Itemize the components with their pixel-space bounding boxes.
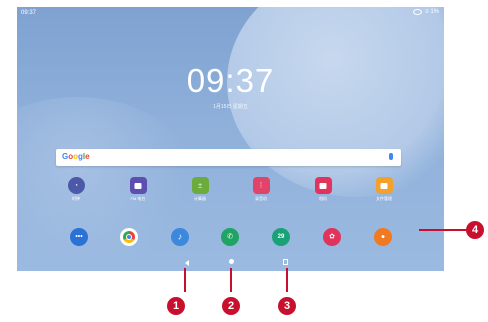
callout-badge-3: 3 <box>278 297 296 315</box>
wallpaper-shape <box>17 97 197 267</box>
tablet-screen: 09:37 ≡ 1% 09:37 1月15日 星期五 Google ◔ 时钟 F… <box>17 7 444 271</box>
status-bar: 09:37 ≡ 1% <box>17 7 444 19</box>
music-icon[interactable]: ♪ <box>171 228 189 246</box>
battery-text: ≡ 1% <box>425 9 439 15</box>
recorder-icon: ⁞ <box>252 177 270 194</box>
app-recorder[interactable]: ⁞ 录音机 <box>243 177 279 202</box>
app-label: 计算器 <box>194 196 206 201</box>
app-label: 录音机 <box>255 196 267 201</box>
app-label: 文件管理 <box>376 196 392 201</box>
gallery-icon[interactable]: ✿ <box>323 228 341 246</box>
google-search-bar[interactable]: Google <box>56 149 401 166</box>
app-label: 相机 <box>319 196 327 201</box>
recent-apps-icon[interactable] <box>283 259 288 265</box>
app-label: 时钟 <box>72 196 80 201</box>
status-indicators: ≡ 1% <box>413 9 439 15</box>
radio-icon <box>129 177 147 194</box>
folder-icon <box>375 177 393 194</box>
app-calculator[interactable]: ± 计算器 <box>182 177 218 202</box>
callout-badge-2: 2 <box>222 297 240 315</box>
phone-icon[interactable]: ✆ <box>221 228 239 246</box>
calendar-icon[interactable]: 29 <box>272 228 290 246</box>
google-logo: Google <box>62 152 90 161</box>
wallpaper-shape <box>227 7 444 197</box>
home-icon[interactable] <box>229 259 234 264</box>
clock-icon: ◔ <box>67 177 85 194</box>
status-time: 09:37 <box>21 10 37 16</box>
app-camera[interactable]: 相机 <box>305 177 341 202</box>
callout-line <box>286 268 288 292</box>
app-file-manager[interactable]: 文件管理 <box>366 177 402 202</box>
callout-badge-1: 1 <box>167 297 185 315</box>
callout-badge-4: 4 <box>466 221 484 239</box>
app-label: FM 电台 <box>130 196 146 201</box>
app-clock[interactable]: ◔ 时钟 <box>58 177 94 202</box>
chrome-icon[interactable] <box>120 228 138 246</box>
camera-icon <box>314 177 332 194</box>
callout-line <box>184 268 186 292</box>
calculator-icon: ± <box>191 177 209 194</box>
contacts-icon[interactable]: ● <box>374 228 392 246</box>
callout-line <box>230 268 232 292</box>
microphone-icon[interactable] <box>389 153 393 160</box>
lock-date: 1月15日 星期五 <box>213 104 248 110</box>
app-fm-radio[interactable]: FM 电台 <box>120 177 156 202</box>
messages-icon[interactable]: ••• <box>70 228 88 246</box>
eye-comfort-icon <box>413 9 423 15</box>
back-icon[interactable] <box>185 260 189 266</box>
callout-line <box>419 229 471 231</box>
lock-clock: 09:37 <box>186 62 275 99</box>
